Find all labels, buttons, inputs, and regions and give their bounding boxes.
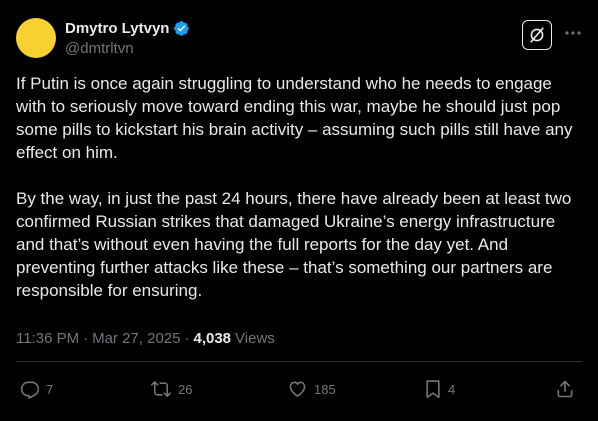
meta-separator: ·: [83, 330, 89, 347]
tweet-time[interactable]: 11:36 PM: [16, 330, 79, 347]
reply-count: 7: [46, 381, 54, 397]
views-count[interactable]: 4,038: [193, 330, 231, 347]
repost-button[interactable]: 26: [150, 376, 192, 402]
repost-icon: [151, 381, 171, 397]
share-icon: [557, 380, 573, 398]
tweet-paragraph: If Putin is once again struggling to und…: [16, 74, 573, 162]
reply-button[interactable]: 7: [20, 376, 53, 402]
tweet-card: Dmytro Lytvyn @dmtrltvn If Putin is once…: [0, 0, 598, 421]
author-name[interactable]: Dmytro Lytvyn: [65, 20, 169, 37]
bookmark-button[interactable]: 4: [424, 376, 455, 402]
tweet-date[interactable]: Mar 27, 2025: [92, 330, 180, 347]
repost-count: 26: [178, 381, 193, 397]
share-button[interactable]: [555, 376, 575, 402]
avatar[interactable]: [16, 18, 56, 58]
bookmark-count: 4: [448, 381, 456, 397]
action-bar: 7 26 185 4: [0, 376, 598, 402]
author-name-row: Dmytro Lytvyn: [65, 20, 190, 37]
views-label[interactable]: Views: [235, 330, 275, 347]
grok-button[interactable]: [522, 20, 552, 50]
more-icon: [565, 31, 581, 35]
bookmark-icon: [426, 380, 440, 399]
tweet-text: If Putin is once again struggling to und…: [16, 72, 582, 302]
like-icon: [289, 381, 306, 397]
reply-icon: [20, 381, 40, 399]
author-handle[interactable]: @dmtrltvn: [65, 40, 134, 57]
verified-badge-icon[interactable]: [173, 20, 190, 37]
meta-separator: ·: [184, 330, 190, 347]
like-button[interactable]: 185: [287, 376, 336, 402]
more-options-button[interactable]: [562, 22, 584, 44]
grok-icon: [530, 27, 544, 43]
tweet-meta: 11:36 PM · Mar 27, 2025 · 4,038 Views: [16, 330, 275, 347]
tweet-paragraph: By the way, in just the past 24 hours, t…: [16, 189, 572, 300]
like-count: 185: [314, 381, 336, 397]
divider: [16, 361, 582, 362]
